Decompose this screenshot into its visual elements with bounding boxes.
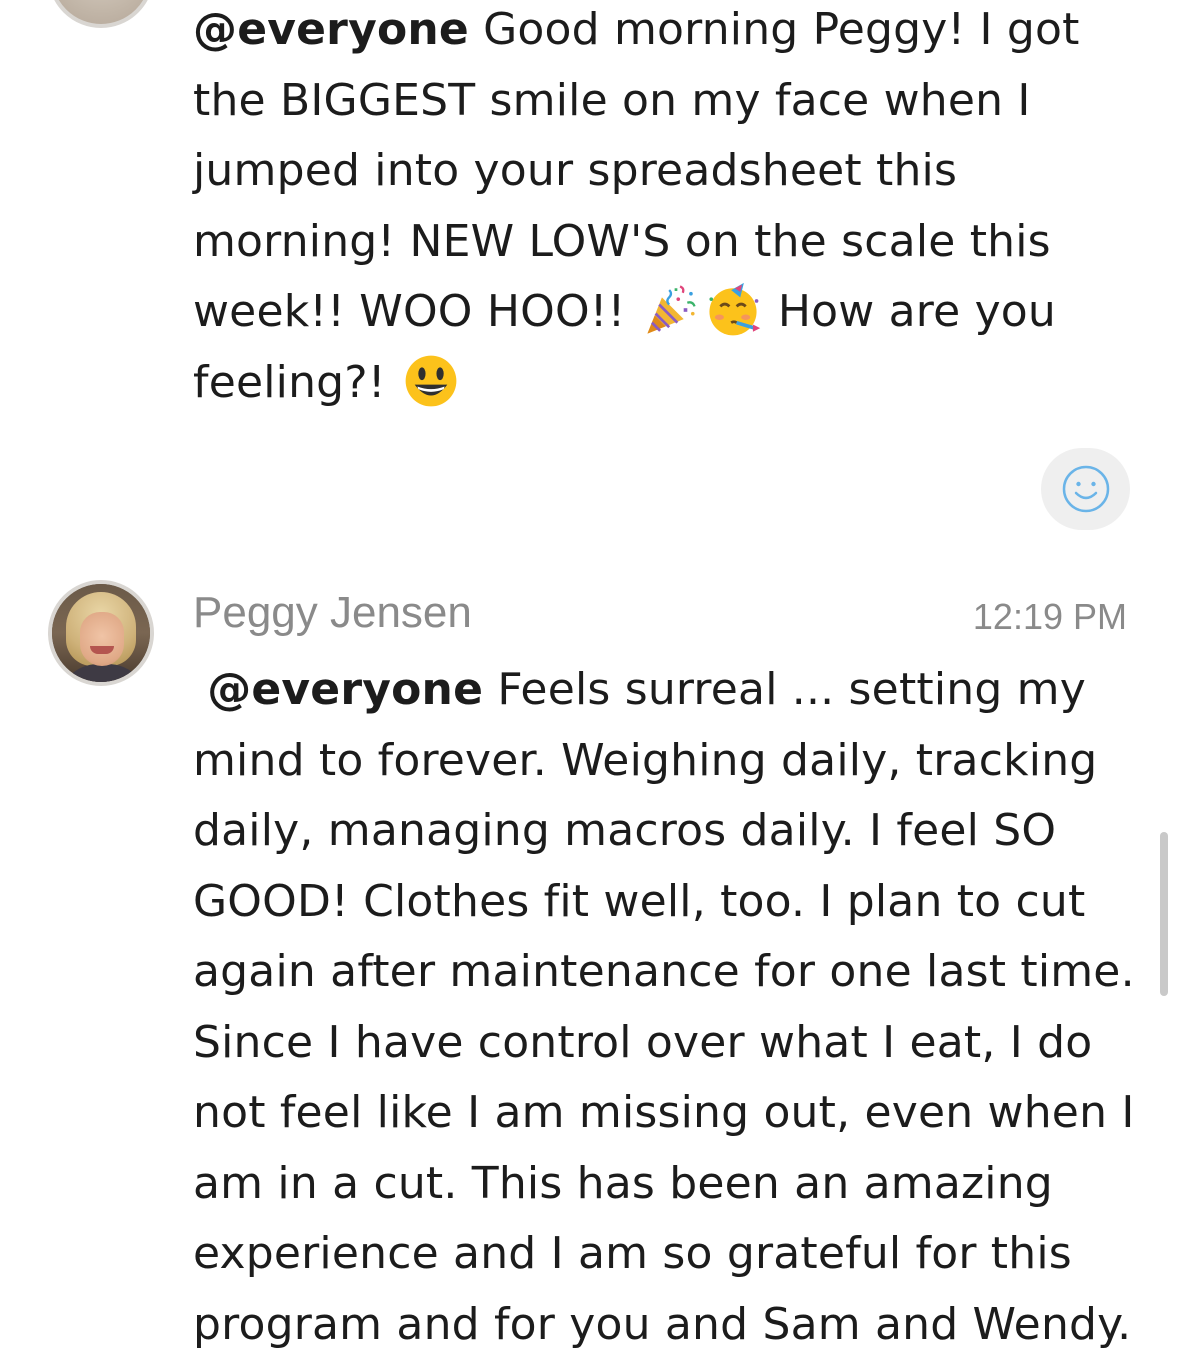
scrollbar-thumb[interactable]: [1160, 832, 1168, 996]
party-popper-icon: [647, 285, 696, 334]
message-body-peggy: @everyone Feels surreal ... setting my m…: [193, 655, 1153, 1358]
message-timestamp: 12:19 PM: [972, 596, 1127, 637]
smiley-react-icon: [1062, 465, 1109, 513]
mention-everyone[interactable]: @everyone: [193, 4, 469, 55]
smiley-face-icon: [405, 355, 457, 406]
mention-everyone-2[interactable]: @everyone: [207, 664, 483, 715]
message-author[interactable]: Peggy Jensen: [193, 588, 472, 638]
message-body: @everyone Good morning Peggy! I got the …: [193, 0, 1153, 418]
avatar-previous-sender[interactable]: [48, 0, 154, 28]
partying-face-icon: [709, 282, 760, 336]
chat-screen: @everyone Good morning Peggy! I got the …: [0, 0, 1179, 1358]
avatar-peggy-jensen[interactable]: [48, 580, 154, 686]
message-text-peggy: Feels surreal ... setting my mind to for…: [193, 664, 1135, 1350]
add-reaction-button[interactable]: [1041, 448, 1130, 530]
